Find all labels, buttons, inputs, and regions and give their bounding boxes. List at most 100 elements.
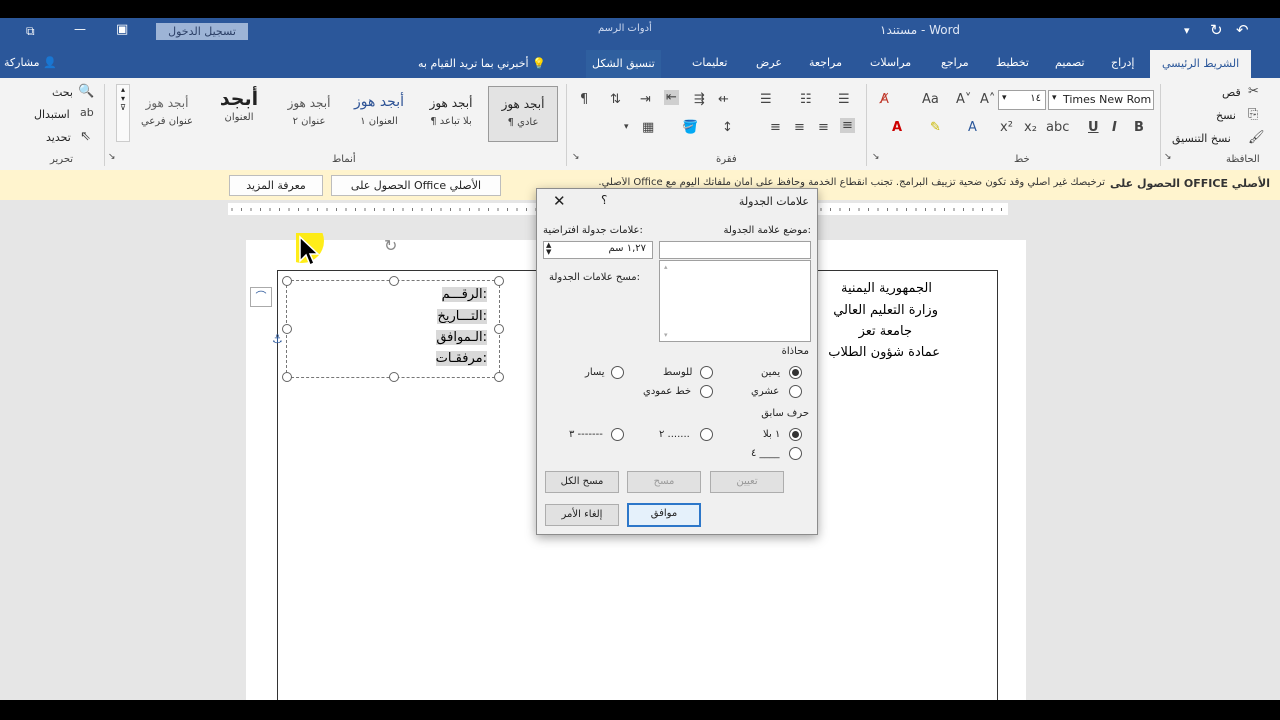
leader-dots-radio[interactable] (700, 428, 713, 441)
tab-insert[interactable]: إدراج (1111, 56, 1134, 69)
undo-icon[interactable]: ↶ (1236, 21, 1249, 39)
set-button[interactable]: تعيين (710, 471, 784, 493)
resize-handle[interactable] (282, 324, 292, 334)
resize-handle[interactable] (389, 372, 399, 382)
tab-review[interactable]: مراجعة (809, 56, 842, 69)
pilcrow-icon[interactable]: ¶ (580, 92, 588, 107)
resize-handle[interactable] (494, 372, 504, 382)
align-right-icon[interactable]: ≡ (818, 120, 829, 135)
chevron-down-icon[interactable]: ▾ (624, 122, 629, 132)
align-bar-radio[interactable] (700, 385, 713, 398)
tab-layout[interactable]: تخطيط (996, 56, 1029, 69)
decrease-indent-icon[interactable]: ⇷ (718, 92, 729, 107)
scroll-up-icon[interactable]: ▴ (664, 263, 668, 271)
clipboard-launcher-icon[interactable]: ↘ (1164, 152, 1172, 162)
tab-stop-position-input[interactable] (659, 241, 811, 259)
minimize-icon[interactable]: — (74, 22, 86, 36)
ribbon-display-icon[interactable]: ▣ (116, 22, 128, 37)
style-normal[interactable]: أبجد هوز ¶ عادي (488, 86, 558, 142)
font-launcher-icon[interactable]: ↘ (872, 152, 880, 162)
customize-qat-icon[interactable]: ▾ (1184, 24, 1190, 37)
justify-icon[interactable]: ≡ (840, 118, 855, 133)
clear-button[interactable]: مسح (627, 471, 701, 493)
multilevel-list-icon[interactable]: ☰ (760, 92, 772, 107)
get-genuine-button[interactable]: الحصول على Office الأصلي (331, 175, 501, 196)
sign-in-button[interactable]: تسجيل الدخول (156, 23, 248, 40)
resize-handle[interactable] (389, 276, 399, 286)
spinner-icon[interactable]: ▲ ▼ (546, 242, 551, 256)
shrink-font-icon[interactable]: A˅ (956, 92, 971, 107)
align-decimal-radio[interactable] (789, 385, 802, 398)
paragraph-launcher-icon[interactable]: ↘ (572, 152, 580, 162)
align-center-radio[interactable] (700, 366, 713, 379)
style-heading-2[interactable]: أبجد هوز عنوان ٢ (278, 86, 340, 140)
clear-formatting-icon[interactable]: A̸ (880, 92, 889, 107)
numbering-icon[interactable]: ☷ (800, 92, 812, 107)
ok-button[interactable]: موافق (627, 503, 701, 527)
strikethrough-icon[interactable]: abc (1046, 120, 1069, 135)
resize-handle[interactable] (282, 372, 292, 382)
find-button[interactable]: بحث (52, 86, 73, 99)
more-styles-icon[interactable]: ⊽ (117, 103, 129, 112)
tab-view[interactable]: عرض (756, 56, 782, 69)
scroll-up-icon[interactable]: ▴ (117, 85, 129, 94)
resize-handle[interactable] (494, 276, 504, 286)
tab-home[interactable]: الشريط الرئيسي (1150, 50, 1252, 78)
tab-mailings[interactable]: مراسلات (870, 56, 911, 69)
justify-left-icon[interactable]: ≡ (770, 120, 781, 135)
bullets-icon[interactable]: ☰ (838, 92, 850, 107)
help-button[interactable]: ؟ (601, 193, 607, 207)
clear-all-button[interactable]: مسح الكل (545, 471, 619, 493)
grow-font-icon[interactable]: A˄ (980, 92, 995, 107)
font-name-select[interactable]: ▾ Times New Rom (1048, 90, 1154, 110)
tab-stops-list[interactable]: ▴ ▾ (659, 260, 811, 342)
tab-help[interactable]: تعليمات (692, 56, 727, 69)
font-size-select[interactable]: ▾ ١٤ (998, 90, 1046, 110)
resize-handle[interactable] (282, 276, 292, 286)
text-effects-icon[interactable]: A (968, 120, 977, 135)
shading-icon[interactable]: 🪣 (682, 120, 698, 135)
scroll-down-icon[interactable]: ▾ (664, 331, 668, 339)
tab-format[interactable]: تنسيق الشكل (586, 50, 661, 78)
subscript-icon[interactable]: x₂ (1024, 120, 1037, 135)
leader-none-radio[interactable] (789, 428, 802, 441)
rtl-icon[interactable]: ⇤ (664, 90, 679, 105)
styles-launcher-icon[interactable]: ↘ (108, 152, 116, 162)
close-icon[interactable]: ✕ (553, 192, 566, 210)
font-color-icon[interactable]: A (892, 120, 902, 135)
underline-icon[interactable]: U (1088, 120, 1099, 135)
leader-underline-radio[interactable] (789, 447, 802, 460)
leader-dashes-radio[interactable] (611, 428, 624, 441)
align-center-icon[interactable]: ≡ (794, 120, 805, 135)
layout-options-icon[interactable]: ⌒ (250, 287, 272, 307)
rotate-handle-icon[interactable]: ↻ (384, 236, 397, 255)
align-left-radio[interactable] (611, 366, 624, 379)
borders-icon[interactable]: ▦ (642, 120, 654, 135)
tab-references[interactable]: مراجع (941, 56, 969, 69)
tab-design[interactable]: تصميم (1055, 56, 1085, 69)
restore-icon[interactable]: ⧉ (26, 24, 35, 39)
ltr-icon[interactable]: ⇥ (640, 92, 651, 107)
resize-handle[interactable] (494, 324, 504, 334)
style-heading-1[interactable]: أبجد هوز العنوان ١ (346, 86, 412, 140)
redo-icon[interactable]: ↻ (1210, 21, 1223, 39)
text-box[interactable]: الرقـــم: التـــاريخ: الـموافق: مرفقـات: (282, 276, 504, 382)
scroll-down-icon[interactable]: ▾ (117, 94, 129, 103)
change-case-icon[interactable]: Aa (922, 92, 939, 107)
superscript-icon[interactable]: x² (1000, 120, 1013, 135)
sort-icon[interactable]: ⇅ (610, 92, 621, 107)
italic-icon[interactable]: I (1112, 120, 1117, 135)
style-subtitle[interactable]: أبجد هوز عنوان فرعي (134, 86, 200, 140)
style-no-spacing[interactable]: أبجد هوز ¶ بلا تباعد (420, 86, 482, 140)
tell-me-search[interactable]: أخبرني بما تريد القيام به 💡 (418, 57, 546, 70)
format-painter-button[interactable]: نسخ التنسيق (1172, 132, 1231, 145)
select-button[interactable]: تحديد (46, 131, 71, 144)
align-right-radio[interactable] (789, 366, 802, 379)
cancel-button[interactable]: إلغاء الأمر (545, 504, 619, 526)
copy-button[interactable]: نسخ (1216, 109, 1236, 122)
line-spacing-icon[interactable]: ↕ (722, 120, 733, 135)
cut-button[interactable]: قص (1222, 86, 1241, 99)
default-tab-stops-input[interactable]: ▲ ▼ ١,٢٧ سم (543, 241, 653, 259)
increase-indent-icon[interactable]: ⇶ (694, 92, 705, 107)
highlight-icon[interactable]: ✎ (930, 120, 941, 135)
